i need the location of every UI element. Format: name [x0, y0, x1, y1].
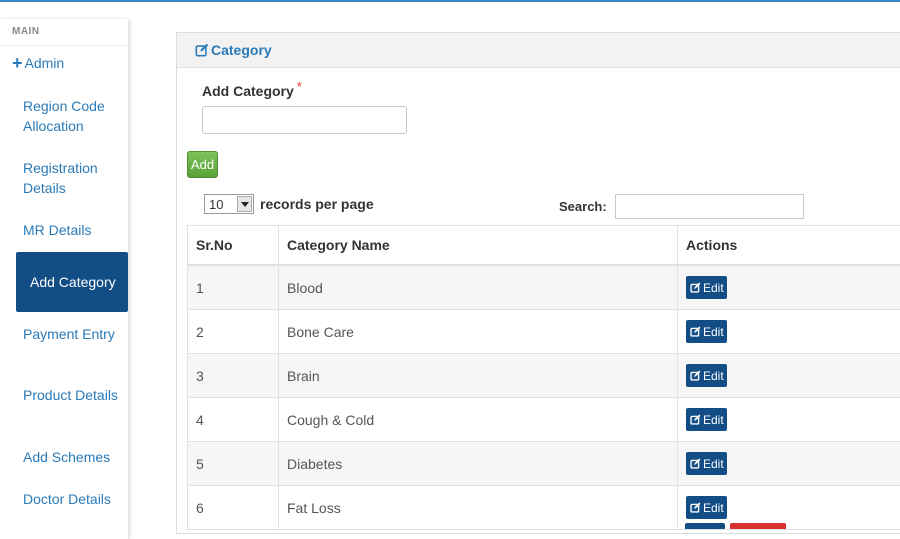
plus-icon: +: [12, 56, 23, 70]
panel-header: Category: [177, 33, 900, 68]
edit-button[interactable]: Edit: [686, 452, 727, 475]
add-category-label-text: Add Category: [202, 83, 294, 99]
cell-category-name: Diabetes: [279, 442, 678, 486]
edit-square-icon: [690, 282, 701, 293]
cell-sr-no: 3: [188, 354, 279, 398]
column-header-actions: Actions: [678, 226, 900, 266]
cell-sr-no: 2: [188, 310, 279, 354]
cell-category-name: Cough & Cold: [279, 398, 678, 442]
table-row: 6 Fat Loss Edit: [188, 486, 900, 530]
edit-button[interactable]: Edit: [686, 364, 727, 387]
cell-actions: Edit: [678, 265, 900, 310]
panel-title: Category: [211, 42, 272, 58]
sidebar-item-payment-entry[interactable]: Payment Entry: [16, 324, 128, 344]
required-asterisk: *: [297, 79, 302, 94]
search-label: Search:: [559, 199, 607, 214]
sidebar-item-label: Doctor Details: [16, 489, 118, 509]
cell-actions: Edit: [678, 442, 900, 486]
sidebar-item-doctor-details[interactable]: Doctor Details: [16, 489, 128, 509]
cell-sr-no: 6: [188, 486, 279, 530]
table-header-row: Sr.No Category Name Actions: [188, 226, 900, 266]
chevron-down-icon: [237, 196, 252, 212]
edit-button-label: Edit: [703, 457, 724, 471]
sidebar: MAIN + Admin Region Code Allocation Regi…: [0, 19, 129, 539]
sidebar-admin-label: Admin: [25, 55, 65, 71]
cell-category-name: Blood: [279, 265, 678, 310]
sidebar-item-add-category[interactable]: Add Category: [16, 252, 128, 312]
column-header-sr-no[interactable]: Sr.No: [188, 226, 279, 266]
category-table: Sr.No Category Name Actions 1 Blood Edit…: [187, 225, 900, 530]
cell-actions: Edit: [678, 398, 900, 442]
sidebar-item-label: MR Details: [16, 220, 118, 240]
partial-delete-button[interactable]: [730, 523, 786, 529]
table-row: 5 Diabetes Edit: [188, 442, 900, 486]
cell-sr-no: 1: [188, 265, 279, 310]
edit-button-label: Edit: [703, 325, 724, 339]
sidebar-item-label: Region Code Allocation: [16, 96, 118, 136]
sidebar-item-label: Add Category: [16, 272, 125, 292]
column-header-category-name[interactable]: Category Name: [279, 226, 678, 266]
edit-button-label: Edit: [703, 369, 724, 383]
add-category-label: Add Category*: [202, 83, 302, 99]
sidebar-item-region-code-allocation[interactable]: Region Code Allocation: [16, 96, 128, 136]
cell-actions: Edit: [678, 354, 900, 398]
edit-square-icon: [690, 326, 701, 337]
partial-edit-button[interactable]: [685, 523, 725, 529]
sidebar-section-header: MAIN: [0, 19, 128, 46]
category-name-input[interactable]: [202, 106, 407, 134]
cell-category-name: Bone Care: [279, 310, 678, 354]
edit-square-icon: [195, 43, 209, 57]
sidebar-item-label: Product Details: [16, 385, 118, 405]
cell-sr-no: 4: [188, 398, 279, 442]
edit-square-icon: [690, 414, 701, 425]
table-row: 2 Bone Care Edit: [188, 310, 900, 354]
edit-button[interactable]: Edit: [686, 276, 727, 299]
sidebar-admin-link[interactable]: + Admin: [12, 55, 64, 71]
records-per-page-label: records per page: [260, 196, 374, 212]
edit-button-label: Edit: [703, 413, 724, 427]
cell-actions: Edit: [678, 310, 900, 354]
sidebar-item-product-details[interactable]: Product Details: [16, 385, 128, 405]
sidebar-item-label: Add Schemes: [16, 447, 118, 467]
add-button[interactable]: Add: [187, 151, 218, 178]
cell-category-name: Fat Loss: [279, 486, 678, 530]
search-input[interactable]: [615, 194, 804, 219]
sidebar-item-label: Payment Entry: [16, 324, 118, 344]
category-panel: Category Add Category* Add 10 records pe…: [176, 32, 900, 534]
edit-button-label: Edit: [703, 501, 724, 515]
sidebar-item-add-schemes[interactable]: Add Schemes: [16, 447, 128, 467]
sidebar-item-registration-details[interactable]: Registration Details: [16, 158, 128, 198]
records-per-page-select[interactable]: 10: [204, 194, 254, 214]
edit-button[interactable]: Edit: [686, 408, 727, 431]
sidebar-item-mr-details[interactable]: MR Details: [16, 220, 128, 240]
edit-button[interactable]: Edit: [686, 496, 727, 519]
edit-button[interactable]: Edit: [686, 320, 727, 343]
records-per-page: 10 records per page: [204, 194, 374, 214]
cell-sr-no: 5: [188, 442, 279, 486]
table-row: 3 Brain Edit: [188, 354, 900, 398]
edit-square-icon: [690, 502, 701, 513]
edit-button-label: Edit: [703, 281, 724, 295]
cell-category-name: Brain: [279, 354, 678, 398]
table-row: 4 Cough & Cold Edit: [188, 398, 900, 442]
records-per-page-value: 10: [205, 197, 223, 212]
edit-square-icon: [690, 370, 701, 381]
top-accent-line: [0, 0, 900, 2]
sidebar-item-label: Registration Details: [16, 158, 118, 198]
table-row: 1 Blood Edit: [188, 265, 900, 310]
edit-square-icon: [690, 458, 701, 469]
